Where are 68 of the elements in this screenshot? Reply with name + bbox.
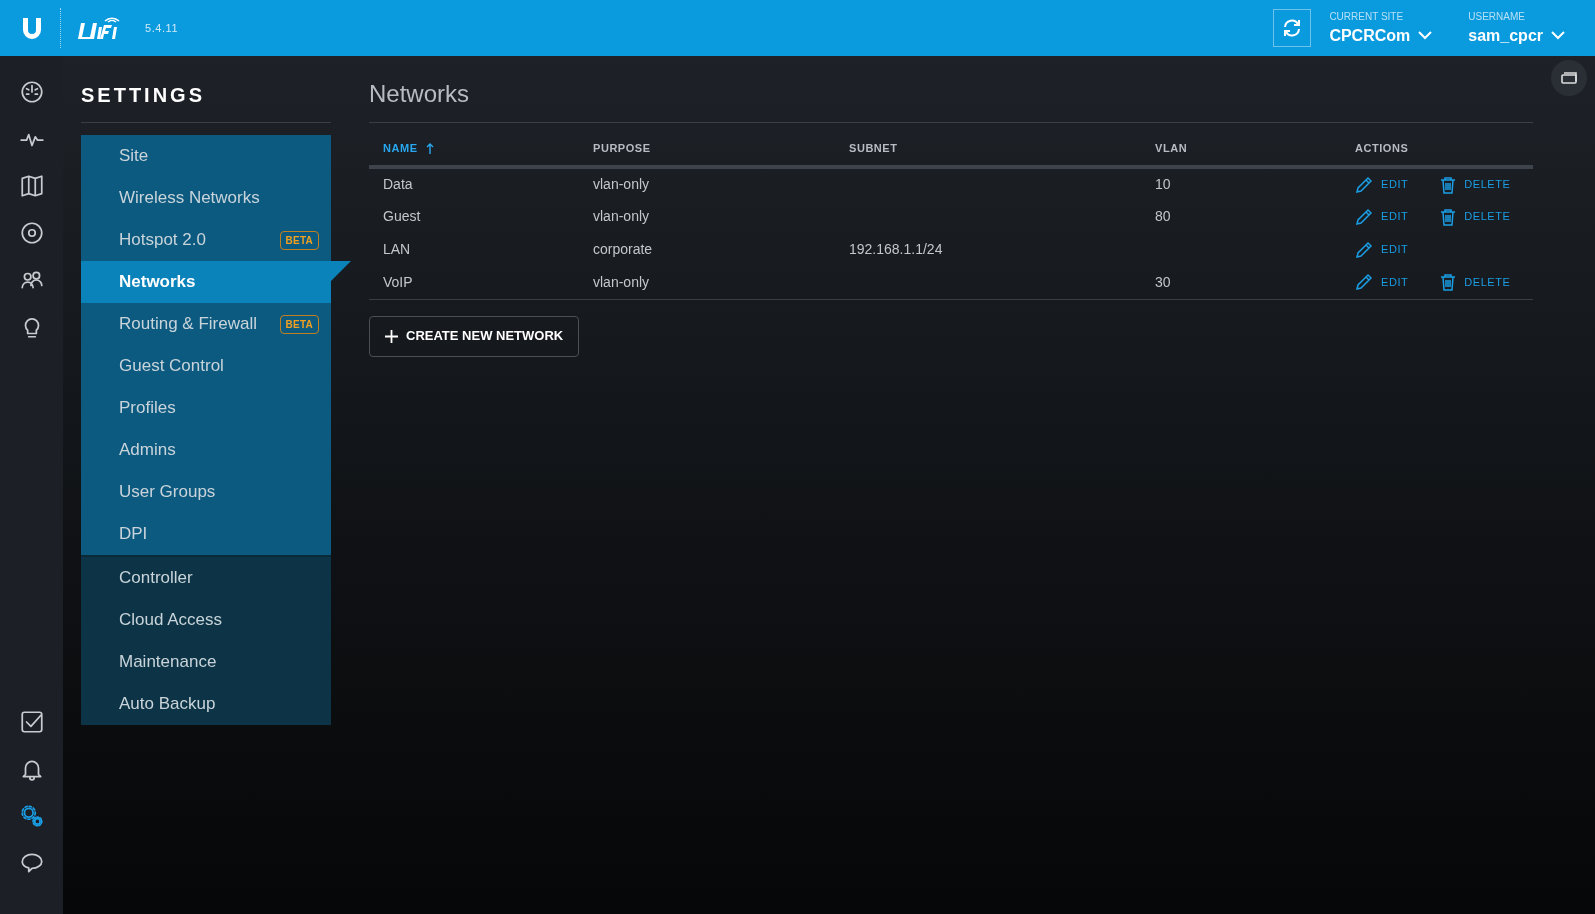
table-cell: vlan-only xyxy=(593,208,650,224)
pencil-icon xyxy=(1355,175,1373,194)
table-cell: 30 xyxy=(1155,273,1171,290)
column-header[interactable]: ACTIONS xyxy=(1355,140,1409,157)
settings-menu-item[interactable]: Wireless Networks xyxy=(81,177,331,219)
beta-badge: BETA xyxy=(279,230,319,250)
beta-badge: BETA xyxy=(279,314,319,334)
current-site-label: CURRENT SITE xyxy=(1329,9,1405,24)
settings-menu-item[interactable]: DPI xyxy=(81,513,331,555)
edit-link[interactable]: EDIT xyxy=(1355,273,1409,292)
dashboard-icon xyxy=(18,79,45,105)
column-header[interactable]: PURPOSE xyxy=(593,140,651,157)
chat-toggle-button[interactable] xyxy=(1551,60,1587,96)
settings-title: SETTINGS xyxy=(81,83,206,108)
pencil-icon xyxy=(1355,240,1373,259)
table-cell: LAN xyxy=(383,241,411,257)
edit-link[interactable]: EDIT xyxy=(1355,175,1409,194)
table-cell: vlan-only xyxy=(593,273,650,290)
chevron-down-icon xyxy=(1551,31,1565,40)
username-label: USERNAME xyxy=(1468,9,1526,24)
settings-menu-item[interactable]: Profiles xyxy=(81,387,331,429)
delete-link[interactable]: DELETE xyxy=(1440,273,1511,292)
selection-pointer xyxy=(331,261,351,281)
table-cell: Data xyxy=(383,176,413,192)
logo-icon xyxy=(20,15,44,41)
table-cell: 80 xyxy=(1155,208,1171,224)
version-text: 5.4.11 xyxy=(145,20,179,36)
delete-link[interactable]: DELETE xyxy=(1440,175,1511,194)
target-icon xyxy=(18,220,45,246)
column-header[interactable]: NAME xyxy=(383,140,434,157)
column-header[interactable]: VLAN xyxy=(1155,140,1188,157)
sort-ascending-icon xyxy=(425,142,434,154)
check-square-icon xyxy=(18,709,45,735)
user-dropdown[interactable]: sam_cpcr xyxy=(1468,23,1565,48)
delete-link[interactable]: DELETE xyxy=(1440,207,1511,226)
create-network-button[interactable]: CREATE NEW NETWORK xyxy=(369,315,580,357)
settings-menu-item[interactable]: Hotspot 2.0 BETA xyxy=(81,219,331,261)
refresh-button[interactable] xyxy=(1273,9,1312,47)
settings-menu-item[interactable]: Controller xyxy=(81,557,331,599)
settings-menu-item[interactable]: Guest Control xyxy=(81,345,331,387)
column-header[interactable]: SUBNET xyxy=(849,140,898,157)
map-icon xyxy=(18,173,45,199)
table-cell: 192.168.1.1/24 xyxy=(849,241,943,257)
table-cell: 10 xyxy=(1155,176,1171,192)
chevron-down-icon xyxy=(1418,31,1433,40)
settings-menu-item[interactable]: User Groups xyxy=(81,471,331,513)
trash-icon xyxy=(1440,273,1457,292)
table-cell: Guest xyxy=(383,208,421,224)
table-cell: corporate xyxy=(593,241,653,257)
settings-menu-item[interactable]: Cloud Access xyxy=(81,599,331,641)
edit-link[interactable]: EDIT xyxy=(1355,240,1409,259)
trash-icon xyxy=(1440,175,1457,194)
pencil-icon xyxy=(1355,273,1373,292)
site-dropdown[interactable]: CPCRCom xyxy=(1329,23,1433,48)
settings-menu-item[interactable]: Routing & Firewall BETA xyxy=(81,303,331,345)
page-title: Networks xyxy=(369,76,1533,123)
settings-icon xyxy=(18,803,45,829)
settings-menu-item[interactable]: Admins xyxy=(81,429,331,471)
edit-link[interactable]: EDIT xyxy=(1355,207,1409,226)
settings-menu-item[interactable]: Site xyxy=(81,135,331,177)
plus-icon xyxy=(385,329,398,343)
settings-menu-item[interactable]: Maintenance xyxy=(81,641,331,683)
stack-icon xyxy=(1560,70,1578,86)
pencil-icon xyxy=(1355,207,1373,226)
table-cell: VoIP xyxy=(383,273,413,290)
table-cell: vlan-only xyxy=(593,176,650,192)
settings-menu-item[interactable]: Auto Backup xyxy=(81,683,331,725)
trash-icon xyxy=(1440,207,1457,226)
